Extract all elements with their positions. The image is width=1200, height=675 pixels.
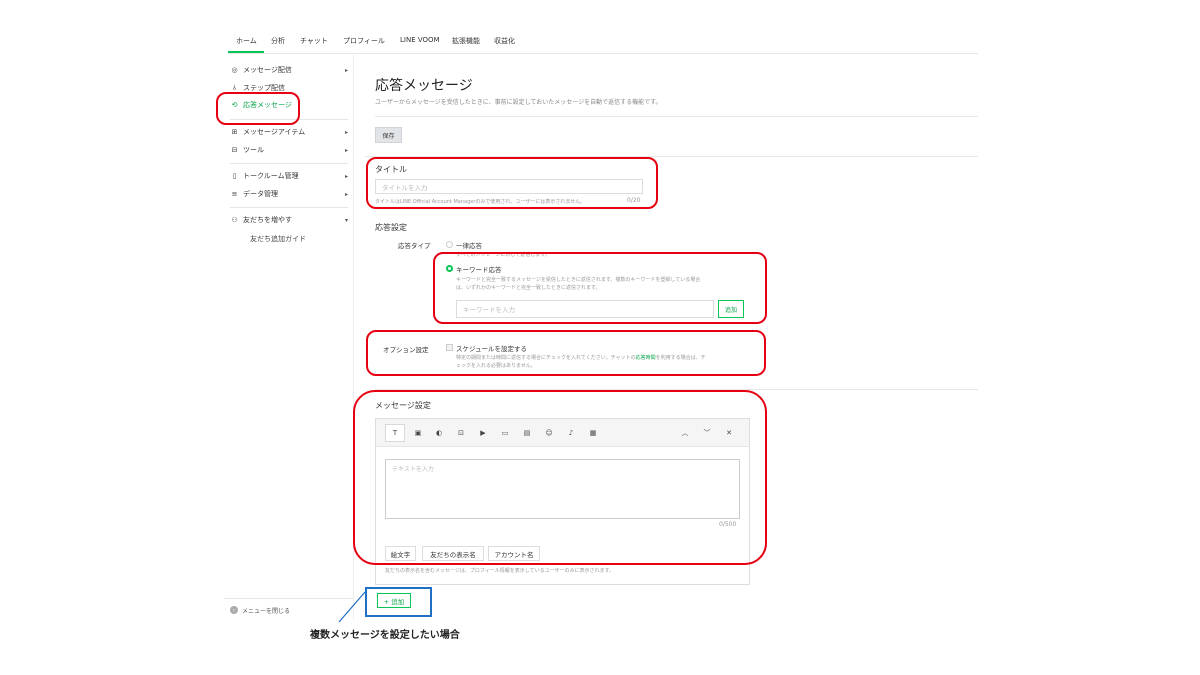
page-description: ユーザーからメッセージを受信したときに、事前に設定しておいたメッセージを自動で返… [375,99,662,106]
caret-down-icon: ▾ [344,216,348,224]
tab-profile[interactable]: プロフィール [343,36,385,46]
tool-icon: ⊟ [231,146,238,154]
sidebar-item-label: 友だちを増やす [243,216,292,224]
chevron-left-icon: ‹ [230,606,238,614]
message-footnote: 友だちの表示名を含むメッセージは、プロフィール情報を表示しているユーザーのみに表… [385,568,615,574]
annotation-caption: 複数メッセージを設定したい場合 [310,630,460,641]
sidebar: ◎ メッセージ配信 ▸ ⫰ ステップ配信 ⟲ 応答メッセージ ⊞ メッセージアイ… [224,55,354,620]
chatroom-icon: ▯ [232,172,237,180]
caret-right-icon: ▸ [344,66,348,74]
database-icon: ≡ [231,190,238,198]
highlight-add-message [365,587,432,617]
caret-right-icon: ▸ [344,128,348,136]
sidebar-item-label: メッセージアイテム [243,128,306,136]
highlight-auto-reply [216,92,300,125]
response-type-label: 応答タイプ [398,242,431,250]
page-title: 応答メッセージ [375,78,473,94]
divider [375,116,978,117]
response-settings-label: 応答設定 [375,223,407,232]
add-friend-icon: ⚇ [231,216,238,224]
tab-monetization[interactable]: 収益化 [494,36,515,46]
save-button[interactable]: 保存 [375,127,402,143]
caret-right-icon: ▸ [344,146,348,154]
item-icon: ⊞ [231,128,238,136]
highlight-keyword [433,252,767,324]
sidebar-item-label: トークルーム管理 [243,172,299,180]
close-menu-label: メニューを閉じる [242,608,291,615]
megaphone-icon: ◎ [231,66,238,74]
sidebar-divider [230,163,348,164]
tab-home[interactable]: ホーム [236,36,257,46]
highlight-message-settings [353,390,767,565]
sidebar-item-data[interactable]: ≡ データ管理 ▸ [230,187,348,201]
sidebar-item-add-friends[interactable]: ⚇ 友だちを増やす ▾ [230,213,348,227]
sidebar-item-message-delivery[interactable]: ◎ メッセージ配信 ▸ [230,63,348,77]
sidebar-item-label: ツール [243,146,264,154]
sidebar-subitem-friend-guide[interactable]: 友だち追加ガイド [250,234,306,244]
tab-extensions[interactable]: 拡張機能 [452,36,480,46]
option-all-label: 一律応答 [456,242,482,250]
top-nav: ホーム 分析 チャット プロフィール LINE VOOM 拡張機能 収益化 [228,30,978,54]
sidebar-item-tools[interactable]: ⊟ ツール ▸ [230,143,348,157]
sidebar-footer[interactable]: ‹ メニューを閉じる [224,598,354,620]
highlight-title [366,157,658,209]
radio-all-response[interactable] [446,241,453,248]
tab-analytics[interactable]: 分析 [271,36,285,46]
sidebar-divider [230,207,348,208]
sidebar-item-chatroom[interactable]: ▯ トークルーム管理 ▸ [230,169,348,183]
sidebar-item-message-items[interactable]: ⊞ メッセージアイテム ▸ [230,125,348,139]
highlight-options [366,330,766,376]
sidebar-item-label: データ管理 [243,190,278,198]
caret-right-icon: ▸ [344,190,348,198]
sidebar-item-label: メッセージ配信 [243,66,292,74]
tab-line-voom[interactable]: LINE VOOM [400,36,440,44]
active-tab-indicator [228,51,264,53]
caret-right-icon: ▸ [344,172,348,180]
annotation-pointer-line [338,591,366,623]
tab-chat[interactable]: チャット [300,36,328,46]
